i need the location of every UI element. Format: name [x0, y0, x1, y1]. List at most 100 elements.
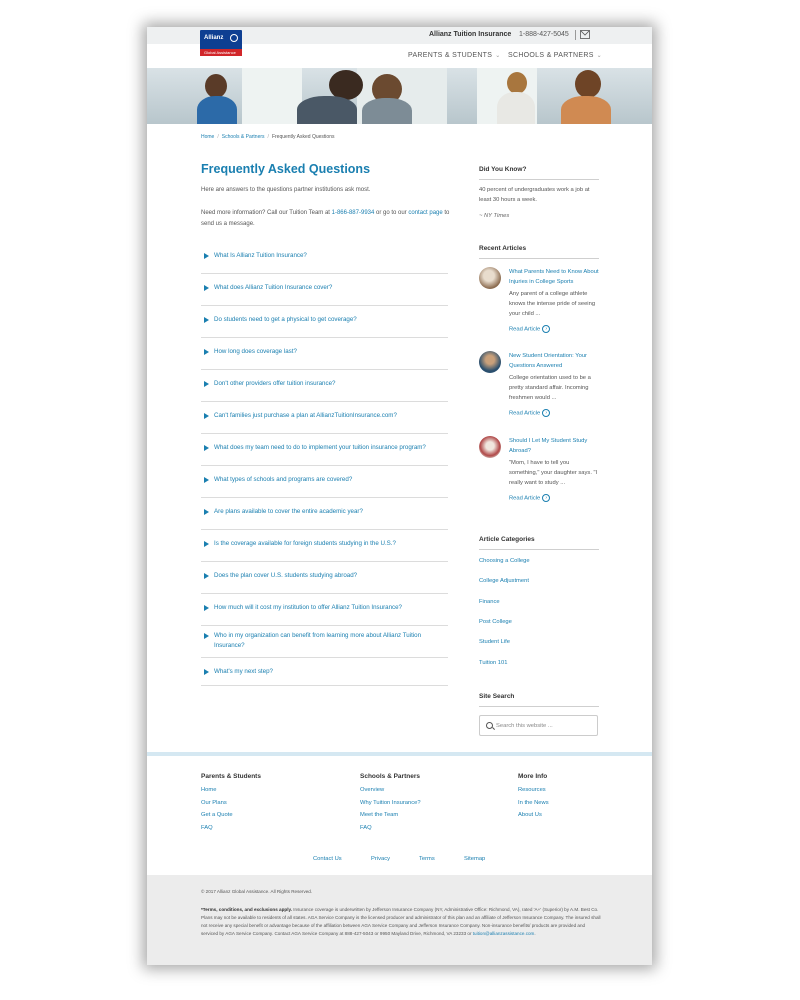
category-link[interactable]: College Adjustment: [479, 578, 529, 584]
faq-question: Who in my organization can benefit from …: [214, 632, 422, 649]
faq-question: Do students need to get a physical to ge…: [214, 316, 357, 323]
faq-item[interactable]: What does my team need to do to implemen…: [201, 434, 448, 466]
footer-sitemap-link[interactable]: Sitemap: [464, 856, 485, 862]
faq-item[interactable]: Do students need to get a physical to ge…: [201, 306, 448, 338]
did-you-know-heading: Did You Know?: [479, 166, 599, 180]
faq-item[interactable]: Don't other providers offer tuition insu…: [201, 370, 448, 402]
article-thumbnail[interactable]: [479, 267, 501, 289]
triangle-right-icon: [204, 381, 209, 387]
contact-page-link[interactable]: contact page: [408, 210, 442, 216]
footer-link[interactable]: In the News: [518, 797, 549, 810]
arrow-right-icon: ›: [542, 409, 551, 417]
recent-article: Should I Let My Student Study Abroad? "M…: [479, 436, 599, 506]
nav-parents-students[interactable]: PARENTS & STUDENTS ⌄: [408, 52, 501, 59]
faq-question: What does my team need to do to implemen…: [214, 444, 426, 451]
article-title[interactable]: Should I Let My Student Study Abroad?: [509, 436, 601, 456]
category-link[interactable]: Finance: [479, 599, 500, 605]
tuition-phone-link[interactable]: 1-866-887-9934: [332, 210, 375, 216]
faq-item[interactable]: Can't families just purchase a plan at A…: [201, 402, 448, 434]
triangle-right-icon: [204, 477, 209, 483]
footer-heading: Parents & Students: [201, 773, 261, 780]
faq-item[interactable]: What Is Allianz Tuition Insurance?: [201, 242, 448, 274]
footer-terms-link[interactable]: Terms: [419, 856, 435, 862]
intro-contact: Need more information? Call our Tuition …: [201, 210, 450, 227]
recent-article: New Student Orientation: Your Questions …: [479, 351, 599, 421]
article-thumbnail[interactable]: [479, 436, 501, 458]
faq-question: Don't other providers offer tuition insu…: [214, 380, 336, 387]
footer-link[interactable]: Why Tuition Insurance?: [360, 797, 421, 810]
article-title[interactable]: New Student Orientation: Your Questions …: [509, 351, 601, 371]
page: Allianz Tuition Insurance 1-888-427-5045…: [147, 27, 652, 965]
search-input[interactable]: [496, 720, 594, 732]
article-excerpt: "Mom, I have to tell you something," you…: [509, 460, 598, 486]
breadcrumb-section[interactable]: Schools & Partners: [222, 134, 265, 140]
copyright: © 2017 Allianz Global Assistance. All Ri…: [201, 889, 313, 894]
recent-articles: Recent Articles: [479, 245, 599, 259]
brand-link[interactable]: Allianz Tuition Insurance: [429, 31, 511, 38]
read-article-link[interactable]: Read Article ›: [509, 409, 551, 417]
article-thumbnail[interactable]: [479, 351, 501, 373]
footer-link[interactable]: Resources: [518, 784, 549, 797]
faq-item[interactable]: What's my next step?: [201, 658, 448, 686]
footer-contact-link[interactable]: Contact Us: [313, 856, 342, 862]
triangle-right-icon: [204, 669, 209, 675]
main-nav: PARENTS & STUDENTS ⌄ SCHOOLS & PARTNERS ⌄: [147, 44, 652, 68]
footer-link[interactable]: Home: [201, 784, 261, 797]
faq-question: How long does coverage last?: [214, 348, 297, 355]
faq-item[interactable]: How much will it cost my institution to …: [201, 594, 448, 626]
footer-col-parents: Parents & Students Home Our Plans Get a …: [201, 773, 261, 834]
breadcrumb-home[interactable]: Home: [201, 134, 214, 140]
faq-item[interactable]: What does Allianz Tuition Insurance cove…: [201, 274, 448, 306]
triangle-right-icon: [204, 605, 209, 611]
breadcrumb-current: Frequently Asked Questions: [271, 134, 335, 140]
search-icon[interactable]: [486, 722, 493, 729]
category-link[interactable]: Student Life: [479, 639, 510, 645]
read-article-link[interactable]: Read Article ›: [509, 494, 551, 502]
footer-heading: More Info: [518, 773, 548, 780]
footer-link[interactable]: FAQ: [201, 822, 261, 835]
recent-articles-heading: Recent Articles: [479, 245, 599, 259]
footer-privacy-link[interactable]: Privacy: [371, 856, 390, 862]
terms-disclaimer: *Terms, conditions, and exclusions apply…: [201, 907, 601, 936]
article-categories: Article Categories: [479, 536, 599, 550]
triangle-right-icon: [204, 633, 209, 639]
faq-list: What Is Allianz Tuition Insurance? What …: [201, 242, 448, 686]
read-article-link[interactable]: Read Article ›: [509, 325, 551, 333]
faq-item[interactable]: Who in my organization can benefit from …: [201, 626, 448, 658]
footer-link[interactable]: Our Plans: [201, 797, 261, 810]
arrow-right-icon: ›: [542, 325, 551, 333]
article-title[interactable]: What Parents Need to Know About Injuries…: [509, 267, 601, 287]
faq-item[interactable]: How long does coverage last?: [201, 338, 448, 370]
faq-item[interactable]: Is the coverage available for foreign st…: [201, 530, 448, 562]
header-phone: 1-888-427-5045: [519, 31, 569, 38]
tuition-email-link[interactable]: tuition@allianzassistance.com: [473, 931, 535, 936]
category-link[interactable]: Post College: [479, 619, 512, 625]
footer-heading: Schools & Partners: [360, 773, 420, 780]
utility-divider: [575, 30, 576, 40]
page-title: Frequently Asked Questions: [201, 162, 371, 176]
faq-question: Does the plan cover U.S. students studyi…: [214, 572, 358, 579]
article-excerpt: Any parent of a college athlete knows th…: [509, 291, 596, 317]
article-excerpt: College orientation used to be a pretty …: [509, 375, 591, 401]
nav-label: SCHOOLS & PARTNERS: [508, 52, 594, 59]
faq-question: Can't families just purchase a plan at A…: [214, 412, 397, 419]
legal-footer: © 2017 Allianz Global Assistance. All Ri…: [147, 875, 652, 965]
footer-link[interactable]: Overview: [360, 784, 421, 797]
faq-question: Are plans available to cover the entire …: [214, 508, 363, 515]
mail-icon[interactable]: [580, 30, 590, 39]
footer-link[interactable]: FAQ: [360, 822, 421, 835]
faq-item[interactable]: Does the plan cover U.S. students studyi…: [201, 562, 448, 594]
hero-banner-image: [147, 68, 652, 124]
footer-link[interactable]: Meet the Team: [360, 809, 421, 822]
site-search-heading: Site Search: [479, 693, 599, 707]
faq-item[interactable]: Are plans available to cover the entire …: [201, 498, 448, 530]
faq-item[interactable]: What types of schools and programs are c…: [201, 466, 448, 498]
faq-question: How much will it cost my institution to …: [214, 604, 402, 611]
footer-link[interactable]: Get a Quote: [201, 809, 261, 822]
logo-eagle-icon: [230, 34, 238, 42]
category-link[interactable]: Tuition 101: [479, 660, 507, 666]
triangle-right-icon: [204, 349, 209, 355]
footer-link[interactable]: About Us: [518, 809, 549, 822]
category-link[interactable]: Choosing a College: [479, 558, 530, 564]
nav-schools-partners[interactable]: SCHOOLS & PARTNERS ⌄: [508, 52, 602, 59]
